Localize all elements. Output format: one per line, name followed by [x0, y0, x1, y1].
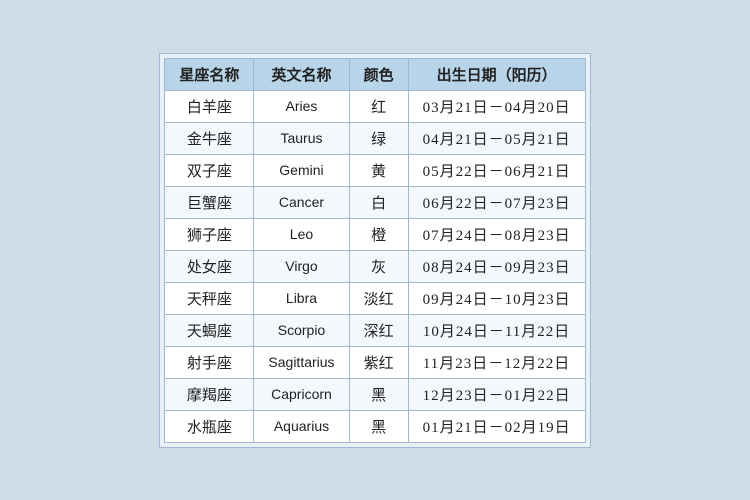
cell-row2-col2: 黄: [349, 154, 408, 186]
cell-row1-col1: Taurus: [254, 122, 349, 154]
cell-row3-col2: 白: [349, 186, 408, 218]
header-col-1: 英文名称: [254, 58, 349, 90]
cell-row9-col3: 12月23日－01月22日: [408, 378, 585, 410]
table-row: 狮子座Leo橙07月24日－08月23日: [165, 218, 585, 250]
cell-row6-col0: 天秤座: [165, 282, 254, 314]
cell-row4-col0: 狮子座: [165, 218, 254, 250]
cell-row9-col2: 黑: [349, 378, 408, 410]
table-body: 白羊座Aries红03月21日－04月20日金牛座Taurus绿04月21日－0…: [165, 90, 585, 442]
table-row: 天秤座Libra淡红09月24日－10月23日: [165, 282, 585, 314]
cell-row2-col3: 05月22日－06月21日: [408, 154, 585, 186]
cell-row9-col0: 摩羯座: [165, 378, 254, 410]
cell-row3-col3: 06月22日－07月23日: [408, 186, 585, 218]
cell-row9-col1: Capricorn: [254, 378, 349, 410]
cell-row1-col2: 绿: [349, 122, 408, 154]
cell-row8-col0: 射手座: [165, 346, 254, 378]
cell-row7-col1: Scorpio: [254, 314, 349, 346]
cell-row6-col1: Libra: [254, 282, 349, 314]
cell-row6-col2: 淡红: [349, 282, 408, 314]
table-row: 巨蟹座Cancer白06月22日－07月23日: [165, 186, 585, 218]
cell-row8-col3: 11月23日－12月22日: [408, 346, 585, 378]
cell-row0-col0: 白羊座: [165, 90, 254, 122]
cell-row4-col1: Leo: [254, 218, 349, 250]
cell-row5-col3: 08月24日－09月23日: [408, 250, 585, 282]
cell-row5-col2: 灰: [349, 250, 408, 282]
cell-row1-col3: 04月21日－05月21日: [408, 122, 585, 154]
cell-row0-col1: Aries: [254, 90, 349, 122]
cell-row0-col3: 03月21日－04月20日: [408, 90, 585, 122]
cell-row7-col3: 10月24日－11月22日: [408, 314, 585, 346]
zodiac-table-container: 星座名称英文名称颜色出生日期（阳历） 白羊座Aries红03月21日－04月20…: [159, 53, 590, 448]
header-col-0: 星座名称: [165, 58, 254, 90]
cell-row8-col1: Sagittarius: [254, 346, 349, 378]
table-row: 白羊座Aries红03月21日－04月20日: [165, 90, 585, 122]
table-row: 摩羯座Capricorn黑12月23日－01月22日: [165, 378, 585, 410]
cell-row7-col2: 深红: [349, 314, 408, 346]
cell-row8-col2: 紫红: [349, 346, 408, 378]
cell-row5-col1: Virgo: [254, 250, 349, 282]
header-col-3: 出生日期（阳历）: [408, 58, 585, 90]
table-row: 金牛座Taurus绿04月21日－05月21日: [165, 122, 585, 154]
cell-row10-col0: 水瓶座: [165, 410, 254, 442]
cell-row7-col0: 天蝎座: [165, 314, 254, 346]
cell-row3-col0: 巨蟹座: [165, 186, 254, 218]
cell-row0-col2: 红: [349, 90, 408, 122]
table-row: 双子座Gemini黄05月22日－06月21日: [165, 154, 585, 186]
cell-row10-col2: 黑: [349, 410, 408, 442]
cell-row6-col3: 09月24日－10月23日: [408, 282, 585, 314]
cell-row2-col1: Gemini: [254, 154, 349, 186]
cell-row5-col0: 处女座: [165, 250, 254, 282]
table-row: 水瓶座Aquarius黑01月21日－02月19日: [165, 410, 585, 442]
table-header-row: 星座名称英文名称颜色出生日期（阳历）: [165, 58, 585, 90]
cell-row4-col3: 07月24日－08月23日: [408, 218, 585, 250]
cell-row3-col1: Cancer: [254, 186, 349, 218]
cell-row4-col2: 橙: [349, 218, 408, 250]
table-row: 处女座Virgo灰08月24日－09月23日: [165, 250, 585, 282]
table-row: 射手座Sagittarius紫红11月23日－12月22日: [165, 346, 585, 378]
cell-row10-col3: 01月21日－02月19日: [408, 410, 585, 442]
cell-row1-col0: 金牛座: [165, 122, 254, 154]
header-col-2: 颜色: [349, 58, 408, 90]
table-row: 天蝎座Scorpio深红10月24日－11月22日: [165, 314, 585, 346]
cell-row10-col1: Aquarius: [254, 410, 349, 442]
zodiac-table: 星座名称英文名称颜色出生日期（阳历） 白羊座Aries红03月21日－04月20…: [164, 58, 585, 443]
cell-row2-col0: 双子座: [165, 154, 254, 186]
